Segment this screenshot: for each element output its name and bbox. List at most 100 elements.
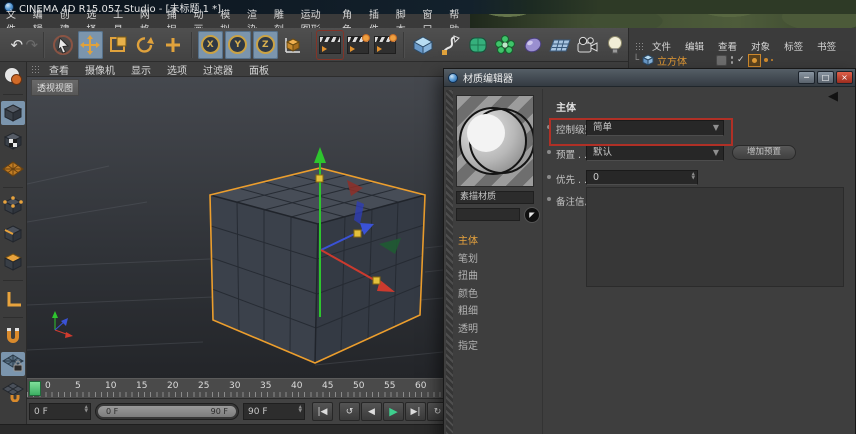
- param-dot-icon[interactable]: [547, 197, 551, 201]
- scale-tool-button[interactable]: [105, 31, 131, 59]
- priority-stepper-icon[interactable]: ▲▼: [692, 173, 695, 181]
- minimize-button[interactable]: ─: [798, 71, 815, 84]
- cinema4d-app: CINEMA 4D R15.057 Studio - [未标题 1 *] 文件 …: [0, 0, 856, 434]
- texture-mode-button[interactable]: [1, 129, 25, 153]
- channel-distort[interactable]: 扭曲: [458, 267, 478, 285]
- move-tool-button[interactable]: [78, 31, 104, 59]
- param-dot-icon[interactable]: [547, 175, 551, 179]
- channel-thickness[interactable]: 粗细: [458, 302, 478, 320]
- view-label[interactable]: 透视视图: [31, 79, 79, 96]
- main-menu-bar: 文件 编辑 创建 选择 工具 网格 捕捉 动画 模拟 渲染 雕刻 运动图形 角色…: [0, 14, 470, 28]
- playhead[interactable]: [29, 381, 41, 396]
- channel-opacity[interactable]: 透明: [458, 320, 478, 338]
- vp-menu-options[interactable]: 选项: [160, 62, 194, 77]
- frame-stepper-icon[interactable]: ▲▼: [299, 406, 302, 414]
- end-frame-field[interactable]: 90 F ▲▼: [243, 403, 305, 420]
- vp-menu-display[interactable]: 显示: [124, 62, 158, 77]
- lock-z-axis-button[interactable]: Z: [253, 31, 279, 59]
- close-button[interactable]: ×: [836, 71, 853, 84]
- preview-options-button[interactable]: ◤: [524, 207, 540, 223]
- channel-main[interactable]: 主体: [458, 232, 478, 250]
- material-editor-title-bar[interactable]: 材质编辑器: [444, 69, 855, 87]
- lock-x-axis-button[interactable]: X: [198, 31, 224, 59]
- sculpt-paint-mode-button[interactable]: [1, 64, 25, 88]
- next-frame-button[interactable]: ▶|: [405, 402, 426, 421]
- enable-checkmark-icon[interactable]: ✓: [737, 55, 745, 65]
- play-button[interactable]: ▶: [383, 402, 404, 421]
- workplane-snap-button[interactable]: [1, 380, 25, 404]
- preview-size-field[interactable]: [456, 208, 520, 221]
- lock-y-axis-button[interactable]: Y: [225, 31, 251, 59]
- tag-dot-icon[interactable]: [764, 58, 768, 62]
- add-spline-button[interactable]: [437, 31, 463, 59]
- add-floor-button[interactable]: [547, 31, 573, 59]
- perspective-viewport[interactable]: 查看 摄像机 显示 选项 过滤器 面板 透视视图: [27, 62, 443, 378]
- om-menu-edit[interactable]: 编辑: [679, 39, 710, 53]
- render-visibility-dots[interactable]: [730, 55, 734, 65]
- om-menu-file[interactable]: 文件: [646, 39, 677, 53]
- object-row-cube[interactable]: └ 立方体 ✓: [633, 53, 773, 67]
- coordinate-system-button[interactable]: [280, 31, 306, 59]
- enable-axis-button[interactable]: [1, 287, 25, 311]
- viewport-canvas: [27, 62, 443, 378]
- notes-textarea[interactable]: [586, 187, 844, 287]
- selected-tag-icon[interactable]: [748, 54, 761, 67]
- add-light-button[interactable]: [602, 31, 628, 59]
- om-menu-bookmarks[interactable]: 书签: [811, 39, 842, 53]
- undo-button[interactable]: ↶: [4, 31, 30, 59]
- points-mode-button[interactable]: [1, 194, 25, 218]
- rotate-tool-button[interactable]: [133, 31, 159, 59]
- add-preset-button[interactable]: 增加预置: [732, 145, 796, 160]
- panel-grip-icon[interactable]: [635, 42, 644, 51]
- vp-menu-view[interactable]: 查看: [42, 62, 76, 77]
- timeline-ruler[interactable]: 0 5 10 15 20 25 30 35 40 45 50 55 60: [27, 378, 443, 398]
- render-settings-button[interactable]: [372, 31, 398, 59]
- subdivision-surface-icon: [467, 34, 489, 56]
- edges-mode-button[interactable]: [1, 222, 25, 246]
- add-subdivision-surface-button[interactable]: [465, 31, 491, 59]
- previous-frame-button[interactable]: ◀: [361, 402, 382, 421]
- add-metaball-button[interactable]: [520, 31, 546, 59]
- snap-button[interactable]: [1, 324, 25, 348]
- preview-range-slider[interactable]: 0 F 90 F: [95, 403, 239, 420]
- last-tool-button[interactable]: [160, 31, 186, 59]
- material-preview[interactable]: [456, 95, 534, 187]
- range-bar[interactable]: 0 F 90 F: [98, 406, 236, 417]
- editor-visibility-toggle[interactable]: [716, 55, 727, 66]
- om-menu-tags[interactable]: 标签: [778, 39, 809, 53]
- workplane-mode-button[interactable]: [1, 157, 25, 181]
- add-cube-button[interactable]: [410, 31, 436, 59]
- channel-assign[interactable]: 指定: [458, 337, 478, 355]
- goto-start-button[interactable]: |◀: [312, 402, 333, 421]
- model-mode-button[interactable]: [1, 101, 25, 125]
- maximize-button[interactable]: □: [817, 71, 834, 84]
- vp-menu-cameras[interactable]: 摄像机: [78, 62, 122, 77]
- vp-menu-panel[interactable]: 面板: [242, 62, 276, 77]
- back-arrow-icon[interactable]: ◀: [828, 89, 838, 104]
- channel-color[interactable]: 颜色: [458, 285, 478, 303]
- vp-menu-filter[interactable]: 过滤器: [196, 62, 240, 77]
- add-mograph-button[interactable]: [492, 31, 518, 59]
- loop-button[interactable]: ↻: [427, 402, 443, 421]
- current-frame-field[interactable]: 0 F ▲▼: [29, 403, 91, 420]
- priority-field[interactable]: 0 ▲▼: [586, 170, 698, 185]
- add-camera-button[interactable]: [575, 31, 601, 59]
- y-axis-icon: Y: [228, 35, 247, 54]
- render-to-picture-viewer-button[interactable]: [345, 31, 371, 59]
- live-selection-button[interactable]: [50, 31, 76, 59]
- polygons-mode-button[interactable]: [1, 250, 25, 274]
- window-grip[interactable]: [446, 90, 453, 434]
- material-name-field[interactable]: 素描材质: [456, 191, 534, 204]
- preset-dropdown[interactable]: 默认▼: [586, 145, 724, 161]
- play-backwards-button[interactable]: ↺: [339, 402, 360, 421]
- frame-stepper-icon[interactable]: ▲▼: [85, 406, 88, 414]
- panel-grip-icon[interactable]: [31, 65, 40, 74]
- channel-strokes[interactable]: 笔划: [458, 250, 478, 268]
- lock-workplane-button[interactable]: [1, 352, 25, 376]
- tick-label: 30: [229, 381, 251, 391]
- om-menu-view[interactable]: 查看: [712, 39, 743, 53]
- om-menu-object[interactable]: 对象: [745, 39, 776, 53]
- render-view-button[interactable]: [317, 31, 343, 59]
- param-dot-icon[interactable]: [547, 150, 551, 154]
- object-name[interactable]: 立方体: [657, 53, 687, 68]
